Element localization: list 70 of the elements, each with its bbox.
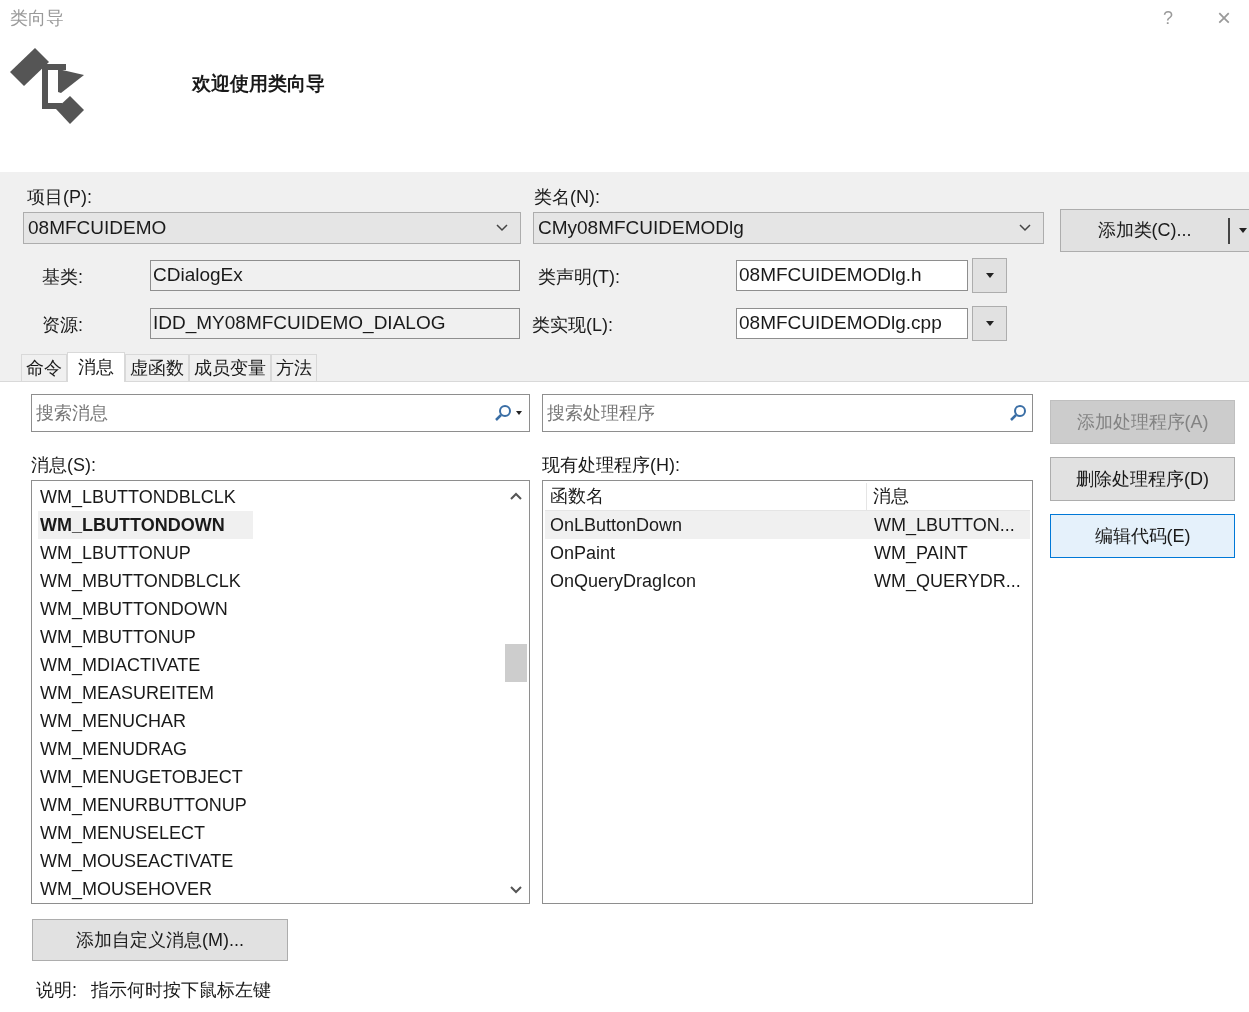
table-cell-text: WM_LBUTTON... — [873, 513, 1016, 538]
tab[interactable]: 虚函数 — [125, 354, 189, 381]
column-header[interactable]: 函数名 — [545, 483, 867, 510]
field-label: 类名(N): — [534, 186, 601, 209]
message-item[interactable]: WM_MOUSEHOVER — [38, 875, 503, 903]
add-class-button[interactable]: 添加类(C)... — [1060, 209, 1249, 252]
class-declaration-field: 08MFCUIDEMODlg.h — [736, 260, 968, 291]
table-cell-text: WM_PAINT — [873, 541, 969, 566]
column-header[interactable]: 消息 — [867, 483, 1030, 510]
field-label: 项目(P): — [26, 186, 93, 209]
handler-row[interactable]: OnLButtonDown WM_LBUTTON... — [545, 511, 1030, 539]
table-cell-text: WM_QUERYDR... — [873, 569, 1022, 594]
message-item[interactable]: WM_MDIACTIVATE — [38, 651, 503, 679]
table-cell-text: OnLButtonDown — [549, 513, 684, 537]
message-item[interactable]: WM_LBUTTONDBLCLK — [38, 483, 503, 511]
base-class-field: CDialogEx — [150, 260, 520, 291]
table-cell-text: OnQueryDragIcon — [549, 569, 698, 593]
caret-icon[interactable] — [1238, 227, 1248, 234]
class-name-dropdown[interactable]: CMy08MFCUIDEMODlg — [533, 212, 1044, 244]
handler-row[interactable]: OnPaint WM_PAINT — [545, 539, 1030, 567]
add-class-label: 添加类(C)... — [1096, 219, 1193, 242]
field-label: 类声明(T): — [537, 266, 621, 289]
list-label: 消息(S): — [31, 454, 97, 477]
description-text: 指示何时按下鼠标左键 — [91, 979, 271, 1002]
message-item[interactable]: WM_MENURBUTTONUP — [38, 791, 503, 819]
chevron-down-icon — [496, 224, 508, 232]
field-label: 类实现(L): — [531, 314, 614, 337]
project-dropdown[interactable]: 08MFCUIDEMO — [23, 212, 521, 244]
tab[interactable]: 成员变量 — [189, 354, 271, 381]
message-item[interactable]: WM_MBUTTONDOWN — [38, 595, 503, 623]
class-implementation-field: 08MFCUIDEMODlg.cpp — [736, 308, 968, 339]
class-wizard-icon — [10, 48, 85, 125]
field-label: 基类: — [41, 266, 84, 289]
message-item[interactable]: WM_MOUSEACTIVATE — [38, 847, 503, 875]
action-button[interactable]: 编辑代码(E) — [1050, 514, 1235, 558]
tab[interactable]: 消息 — [67, 352, 125, 382]
tab[interactable]: 命令 — [21, 354, 67, 381]
window-title: 类向导 — [10, 6, 64, 30]
search-icon[interactable] — [494, 404, 512, 422]
chevron-down-icon — [1019, 224, 1031, 232]
description-label: 说明: — [36, 979, 77, 1002]
scroll-up-icon[interactable] — [509, 491, 523, 501]
message-item[interactable]: WM_LBUTTONUP — [38, 539, 503, 567]
message-item[interactable]: WM_LBUTTONDOWN — [38, 511, 253, 539]
field-label: 资源: — [41, 314, 84, 337]
message-item[interactable]: WM_MEASUREITEM — [38, 679, 503, 707]
caret-icon[interactable] — [514, 410, 524, 416]
table-cell-text: OnPaint — [549, 541, 617, 565]
search-icon[interactable] — [1009, 404, 1027, 422]
dropdown-value: 08MFCUIDEMO — [28, 215, 168, 240]
action-button[interactable]: 删除处理程序(D) — [1050, 457, 1235, 501]
add-custom-message-button[interactable]: 添加自定义消息(M)... — [32, 919, 288, 961]
message-item[interactable]: WM_MENUSELECT — [38, 819, 503, 847]
message-item[interactable]: WM_MENUGETOBJECT — [38, 763, 503, 791]
message-item[interactable]: WM_MENUCHAR — [38, 707, 503, 735]
list-label: 现有处理程序(H): — [542, 454, 681, 477]
resource-field: IDD_MY08MFCUIDEMO_DIALOG — [150, 308, 520, 339]
message-item[interactable]: WM_MBUTTONDBLCLK — [38, 567, 503, 595]
message-item[interactable]: WM_MENUDRAG — [38, 735, 503, 763]
handler-search-field[interactable]: 搜索处理程序 — [542, 394, 1033, 432]
caret-icon — [985, 273, 994, 278]
handler-row[interactable]: OnQueryDragIcon WM_QUERYDR... — [545, 567, 1030, 595]
scroll-down-icon[interactable] — [509, 885, 523, 895]
scrollbar-thumb[interactable] — [505, 644, 527, 682]
welcome-heading: 欢迎使用类向导 — [192, 71, 325, 96]
message-item[interactable]: WM_MBUTTONUP — [38, 623, 503, 651]
tab[interactable]: 方法 — [271, 354, 317, 381]
caret-icon — [985, 321, 994, 326]
dropdown-value: CMy08MFCUIDEMODlg — [538, 215, 745, 240]
message-search-field[interactable]: 搜索消息 — [31, 394, 530, 432]
